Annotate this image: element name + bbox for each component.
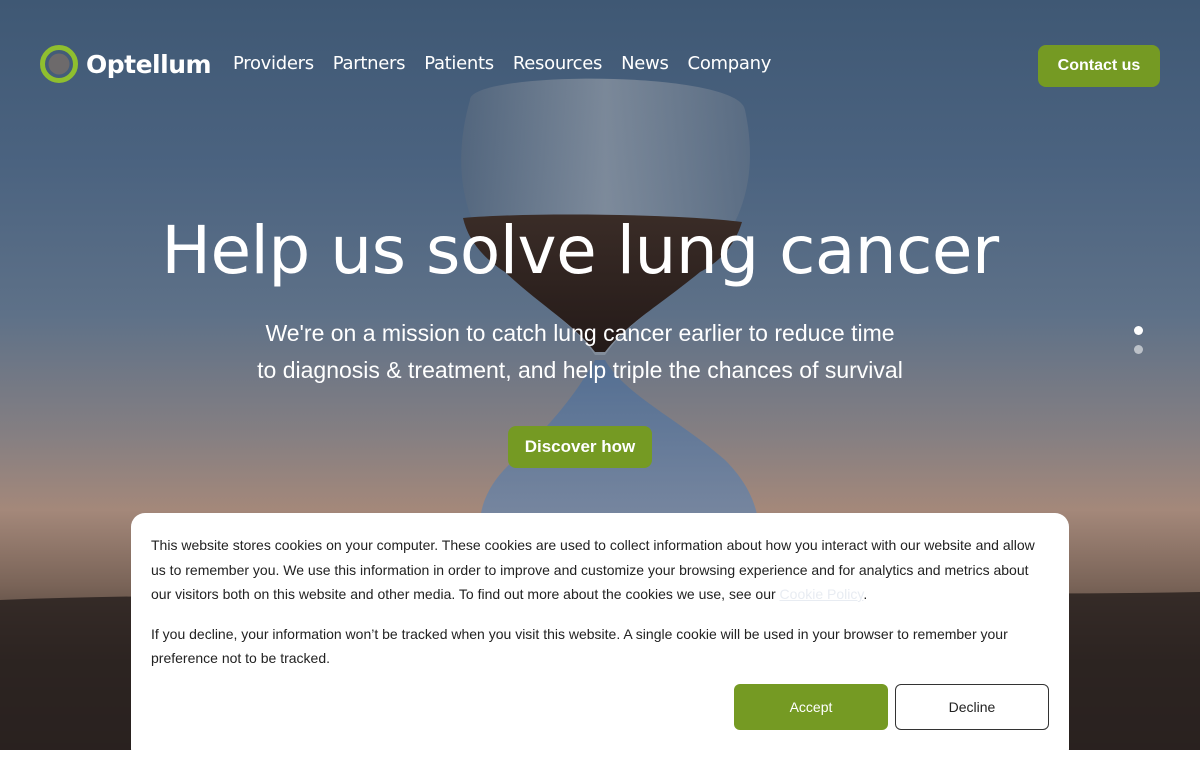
main-nav: Providers Partners Patients Resources Ne…	[233, 53, 790, 74]
discover-how-button[interactable]: Discover how	[508, 426, 652, 468]
nav-item-partners[interactable]: Partners	[333, 53, 406, 74]
contact-us-button[interactable]: Contact us	[1038, 45, 1160, 87]
nav-item-providers[interactable]: Providers	[233, 53, 314, 74]
accept-cookies-button[interactable]: Accept	[734, 684, 888, 730]
optellum-logo-icon	[40, 45, 78, 83]
optellum-logo[interactable]: Optellum	[40, 45, 212, 83]
hero-subtitle-line-2: to diagnosis & treatment, and help tripl…	[257, 357, 903, 383]
nav-item-patients[interactable]: Patients	[424, 53, 494, 74]
decline-cookies-button[interactable]: Decline	[895, 684, 1049, 730]
nav-item-resources[interactable]: Resources	[513, 53, 603, 74]
nav-item-news[interactable]: News	[621, 53, 669, 74]
logo-wordmark: Optellum	[86, 49, 212, 79]
cookie-decline-info-text: If you decline, your information won’t b…	[151, 625, 1008, 667]
cookie-banner-text: This website stores cookies on your comp…	[151, 533, 1049, 607]
cookie-text-after-link: .	[863, 586, 868, 602]
hero-subtitle-line-1: We're on a mission to catch lung cancer …	[265, 320, 895, 346]
carousel-dot-2[interactable]	[1134, 345, 1143, 354]
nav-item-company[interactable]: Company	[688, 53, 772, 74]
carousel-dot-1[interactable]	[1134, 326, 1143, 335]
cookie-consent-banner: This website stores cookies on your comp…	[131, 513, 1069, 763]
cookie-policy-link[interactable]: Cookie Policy	[780, 586, 864, 602]
hero-subtitle: We're on a mission to catch lung cancer …	[240, 315, 920, 389]
hero-title: Help us solve lung cancer	[161, 212, 999, 289]
cookie-text-before-link: This website stores cookies on your comp…	[151, 537, 1035, 602]
